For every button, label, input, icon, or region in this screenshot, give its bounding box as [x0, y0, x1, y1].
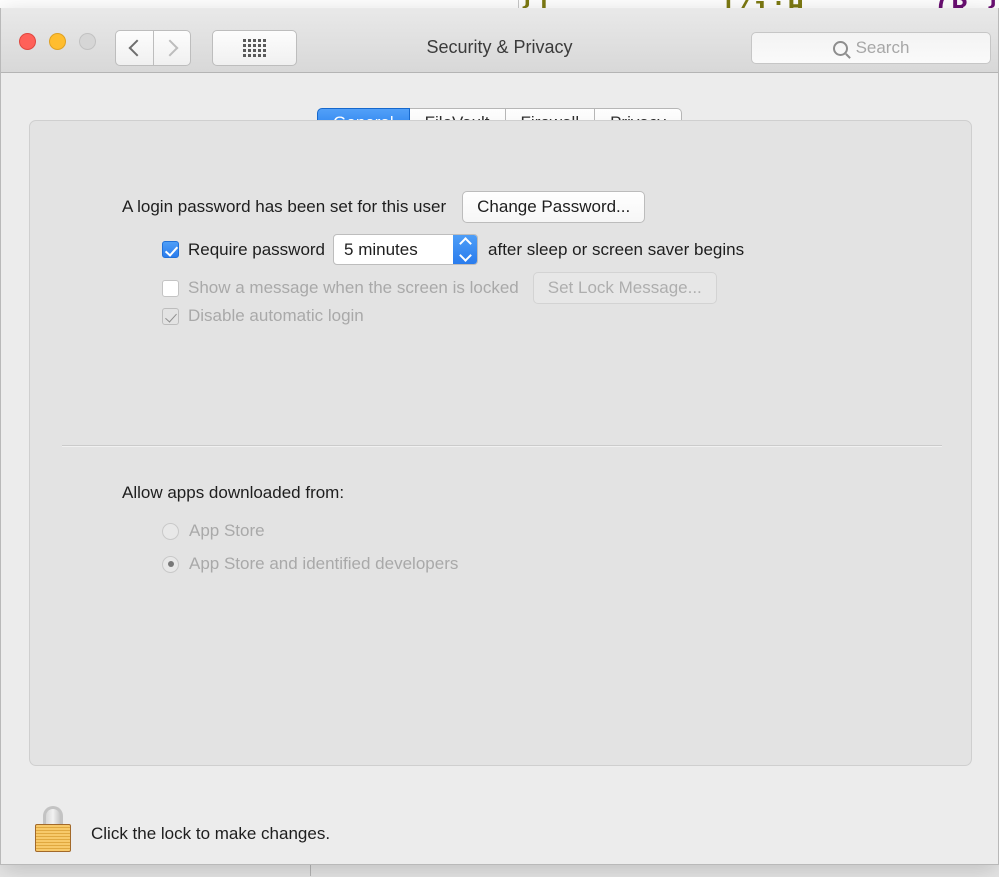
background-window-bottom-separator — [310, 865, 311, 876]
gatekeeper-option-app-store: App Store — [162, 521, 265, 541]
set-lock-message-button: Set Lock Message... — [533, 272, 717, 304]
search-icon — [833, 41, 848, 56]
gatekeeper-option-app-store-and-developers-label: App Store and identified developers — [189, 554, 458, 574]
radio-button-app-store — [162, 523, 179, 540]
show-lock-message-row: Show a message when the screen is locked… — [162, 272, 717, 304]
require-password-suffix-label: after sleep or screen saver begins — [488, 240, 744, 260]
search-input[interactable]: Search — [751, 32, 991, 64]
disable-automatic-login-label: Disable automatic login — [188, 306, 364, 326]
chevron-up-down-icon[interactable] — [453, 235, 477, 264]
gatekeeper-option-app-store-and-developers: App Store and identified developers — [162, 554, 458, 574]
login-password-row: A login password has been set for this u… — [122, 191, 645, 223]
section-divider — [62, 445, 942, 447]
checkmark-icon — [165, 310, 177, 322]
background-window-bottom-bar — [0, 864, 999, 877]
require-password-row: Require password 5 minutes after sleep o… — [162, 234, 744, 265]
checkmark-icon — [165, 243, 178, 257]
disable-automatic-login-row: Disable automatic login — [162, 306, 364, 326]
gatekeeper-heading-label: Allow apps downloaded from: — [122, 483, 344, 503]
password-delay-popup[interactable]: 5 minutes — [333, 234, 478, 265]
system-preferences-window: Security & Privacy Search General FileVa… — [0, 8, 999, 865]
radio-selected-dot — [168, 561, 174, 567]
lock-body — [35, 824, 71, 852]
gatekeeper-heading: Allow apps downloaded from: — [122, 483, 344, 503]
password-delay-value: 5 minutes — [334, 240, 418, 260]
radio-button-app-store-and-developers — [162, 556, 179, 573]
general-settings-panel: A login password has been set for this u… — [29, 120, 972, 766]
window-titlebar: Security & Privacy Search — [1, 8, 998, 73]
change-password-button[interactable]: Change Password... — [462, 191, 645, 223]
gatekeeper-option-app-store-label: App Store — [189, 521, 265, 541]
lock-caption-label: Click the lock to make changes. — [91, 824, 330, 844]
require-password-label: Require password — [188, 240, 325, 260]
login-password-status-label: A login password has been set for this u… — [122, 197, 446, 217]
show-lock-message-checkbox — [162, 280, 179, 297]
search-placeholder: Search — [856, 38, 910, 58]
show-lock-message-label: Show a message when the screen is locked — [188, 278, 519, 298]
require-password-checkbox[interactable] — [162, 241, 179, 258]
disable-automatic-login-checkbox — [162, 308, 179, 325]
lock-closed-icon[interactable] — [35, 806, 71, 850]
window-bottom-bar: Click the lock to make changes. Advanced… — [1, 776, 998, 864]
